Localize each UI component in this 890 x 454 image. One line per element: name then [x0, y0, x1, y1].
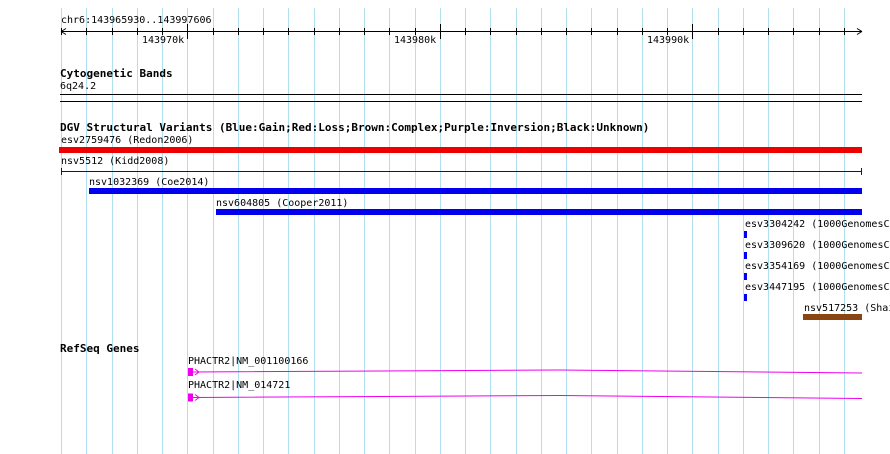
dgv-track-title[interactable]: DGV Structural Variants (Blue:Gain;Red:L…	[60, 122, 649, 134]
refseq-gene-label[interactable]: PHACTR2|NM_014721	[188, 380, 290, 391]
dgv-feature-label[interactable]: nsv5512 (Kidd2008)	[61, 156, 169, 167]
dgv-feature-label[interactable]: esv3304242 (1000GenomesConsortiumPilotPr…	[745, 219, 890, 230]
dgv-feature-label[interactable]: nsv604805 (Cooper2011)	[216, 198, 348, 209]
dgv-feature-label[interactable]: esv3354169 (1000GenomesConsortiumPilotPr…	[745, 261, 890, 272]
ruler-tick-label: 143980k	[394, 35, 437, 46]
cytoband-track-title[interactable]: Cytogenetic Bands	[60, 68, 173, 80]
cytoband-label: 6q24.2	[60, 81, 97, 92]
refseq-track-title[interactable]: RefSeq Genes	[60, 343, 139, 355]
ruler-tick-label: 143970k	[142, 35, 185, 46]
dgv-feature-label[interactable]: esv3309620 (1000GenomesConsortiumPilotPr…	[745, 240, 890, 251]
dgv-feature-label[interactable]: esv2759476 (Redon2006)	[61, 135, 193, 146]
ruler-tick-label: 143990k	[647, 35, 690, 46]
dgv-feature-label[interactable]: esv3447195 (1000GenomesConsortiumPilotPr…	[745, 282, 890, 293]
dgv-feature-label[interactable]: nsv517253 (Shaikh2009)	[804, 303, 890, 314]
dgv-feature-label[interactable]: nsv1032369 (Coe2014)	[89, 177, 209, 188]
ruler-range-label: chr6:143965930..143997606	[61, 15, 212, 26]
refseq-gene-label[interactable]: PHACTR2|NM_001100166	[188, 356, 308, 367]
